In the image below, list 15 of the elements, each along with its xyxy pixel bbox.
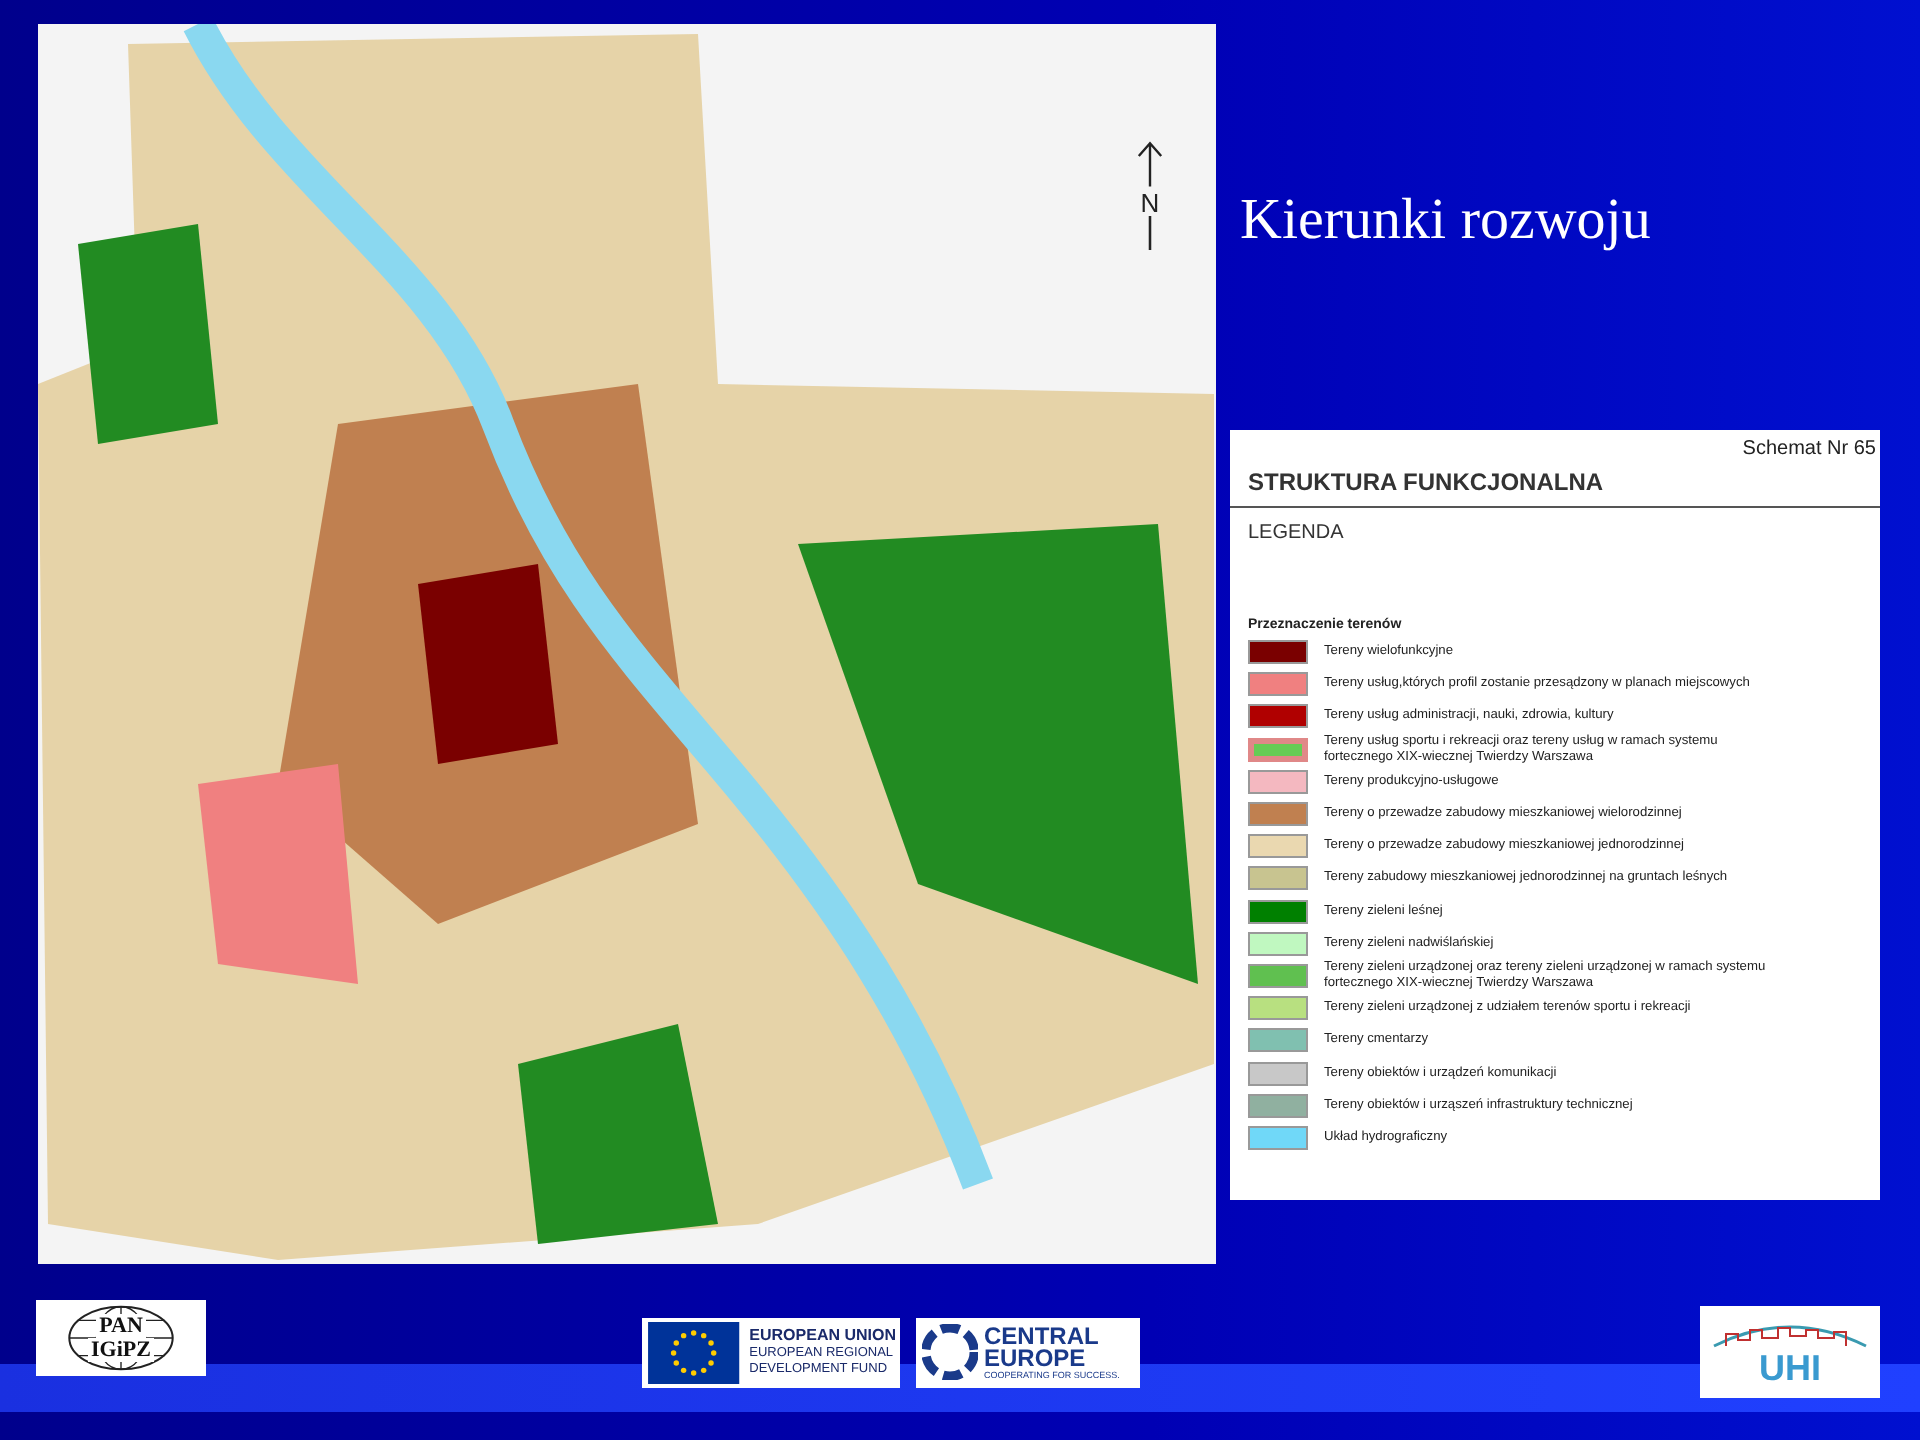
eu-flag-icon <box>646 1321 742 1383</box>
legend-subtitle: LEGENDA <box>1248 522 1346 544</box>
logo-text: UHI <box>1759 1348 1821 1388</box>
legend-heading: STRUKTURA FUNKCJONALNA <box>1248 468 1606 496</box>
north-arrow-icon <box>1134 138 1166 190</box>
logo-text: PAN <box>95 1314 147 1338</box>
slide-title: Kierunki rozwoju <box>1240 188 1653 256</box>
logo-text: IGiPZ <box>87 1338 155 1362</box>
logo-text: EUROPEAN UNION <box>749 1326 896 1346</box>
north-label: N <box>1140 190 1160 216</box>
north-line-icon <box>1146 216 1154 250</box>
swirl-icon <box>922 1324 978 1380</box>
logo-text: EUROPE <box>984 1347 1086 1369</box>
logo-text: CENTRAL <box>984 1325 1101 1347</box>
scheme-number: Schemat Nr 65 <box>1740 438 1876 460</box>
